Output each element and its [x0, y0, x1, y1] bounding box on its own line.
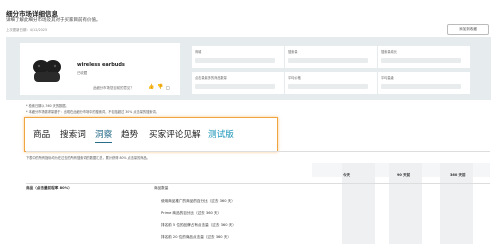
- product-note: 此细分市场您目前的意见？: [93, 86, 134, 90]
- table-description: 下表中的所有指标均为在过去的所有搜索词的数据汇总，累计获得 80% 点击量的商品…: [26, 156, 150, 160]
- table-section-column: 商品数量: [154, 186, 169, 190]
- table-row-label: 排名前 20 位的商品点击量（过去 360 天）: [161, 235, 231, 239]
- column-header-90-days: 90 天前: [397, 173, 411, 177]
- divider: [26, 151, 490, 152]
- metric-value-placeholder: [288, 58, 368, 63]
- tab-products[interactable]: 商品: [33, 128, 50, 140]
- metric-card-avg-price: 平均价格: [285, 72, 377, 94]
- thumbs-down-icon[interactable]: 👎: [157, 84, 163, 90]
- footnote: * 本细分市场需求量基于：出现在此细分市场中的搜索词，不包括超过 30% 点击量…: [26, 110, 159, 114]
- metric-label: 平均星级: [381, 76, 394, 80]
- metric-value-placeholder: [195, 84, 275, 89]
- last-updated: 上次更新日期：4/12/2025: [6, 28, 48, 32]
- metric-card-search-growth: 搜索量增长: [378, 46, 470, 68]
- tab-search-terms[interactable]: 搜索词: [60, 128, 86, 140]
- metric-card-search-volume: 搜索量: [285, 46, 377, 68]
- table-row-label: 使用商品推广的商品的百分比（过去 360 天）: [161, 199, 235, 203]
- tab-bar: 商品 搜索词 洞察 趋势 买家评论见解 测试版: [24, 117, 278, 152]
- add-to-favorites-button[interactable]: 添加到收藏: [447, 24, 489, 35]
- tab-trends[interactable]: 趋势: [121, 128, 138, 140]
- page-subtitle: 详细了解此细分市场及其对于买家目前有价值。: [6, 18, 101, 23]
- table-section-header: 商品（点击量前程率 80%）: [26, 186, 72, 190]
- metric-value-placeholder: [381, 84, 461, 89]
- table-row-label: 排名前 5 位的品牌占有点击量（过去 360 天）: [161, 223, 236, 227]
- table-row-label: Prime 商品的百分比（过去 360 天）: [161, 211, 222, 215]
- earbuds-image: [30, 55, 64, 85]
- column-header-today: 今天: [343, 173, 350, 177]
- metric-card-avg-rating: 平均星级: [378, 72, 470, 94]
- metric-card-market: 商城: [192, 46, 284, 68]
- metric-label: 搜索量: [288, 50, 298, 54]
- tab-insights[interactable]: 洞察: [95, 128, 113, 143]
- footnote: * 检索日期以 360 天的数据。: [26, 104, 69, 108]
- metric-value-placeholder: [195, 58, 275, 63]
- metric-label: 点击量最多的商品数量: [195, 76, 227, 80]
- product-name: wireless earbuds: [77, 62, 125, 68]
- tab-review-insights[interactable]: 买家评论见解: [149, 128, 201, 140]
- metric-value-placeholder: [288, 84, 368, 89]
- metric-label: 商城: [195, 50, 202, 54]
- product-sub: 已收藏: [77, 71, 88, 75]
- metric-value-placeholder: [381, 58, 461, 63]
- metric-card-top-clicked: 点击量最多的商品数量: [192, 72, 284, 94]
- feedback-text-icon[interactable]: □: [166, 85, 170, 90]
- column-header-360-days: 360 天前: [450, 173, 466, 177]
- beta-badge: 测试版: [208, 130, 234, 140]
- metric-label: 搜索量增长: [381, 50, 397, 54]
- metric-label: 平均价格: [288, 76, 301, 80]
- thumbs-up-icon[interactable]: 👍: [148, 84, 154, 90]
- divider: [26, 183, 490, 184]
